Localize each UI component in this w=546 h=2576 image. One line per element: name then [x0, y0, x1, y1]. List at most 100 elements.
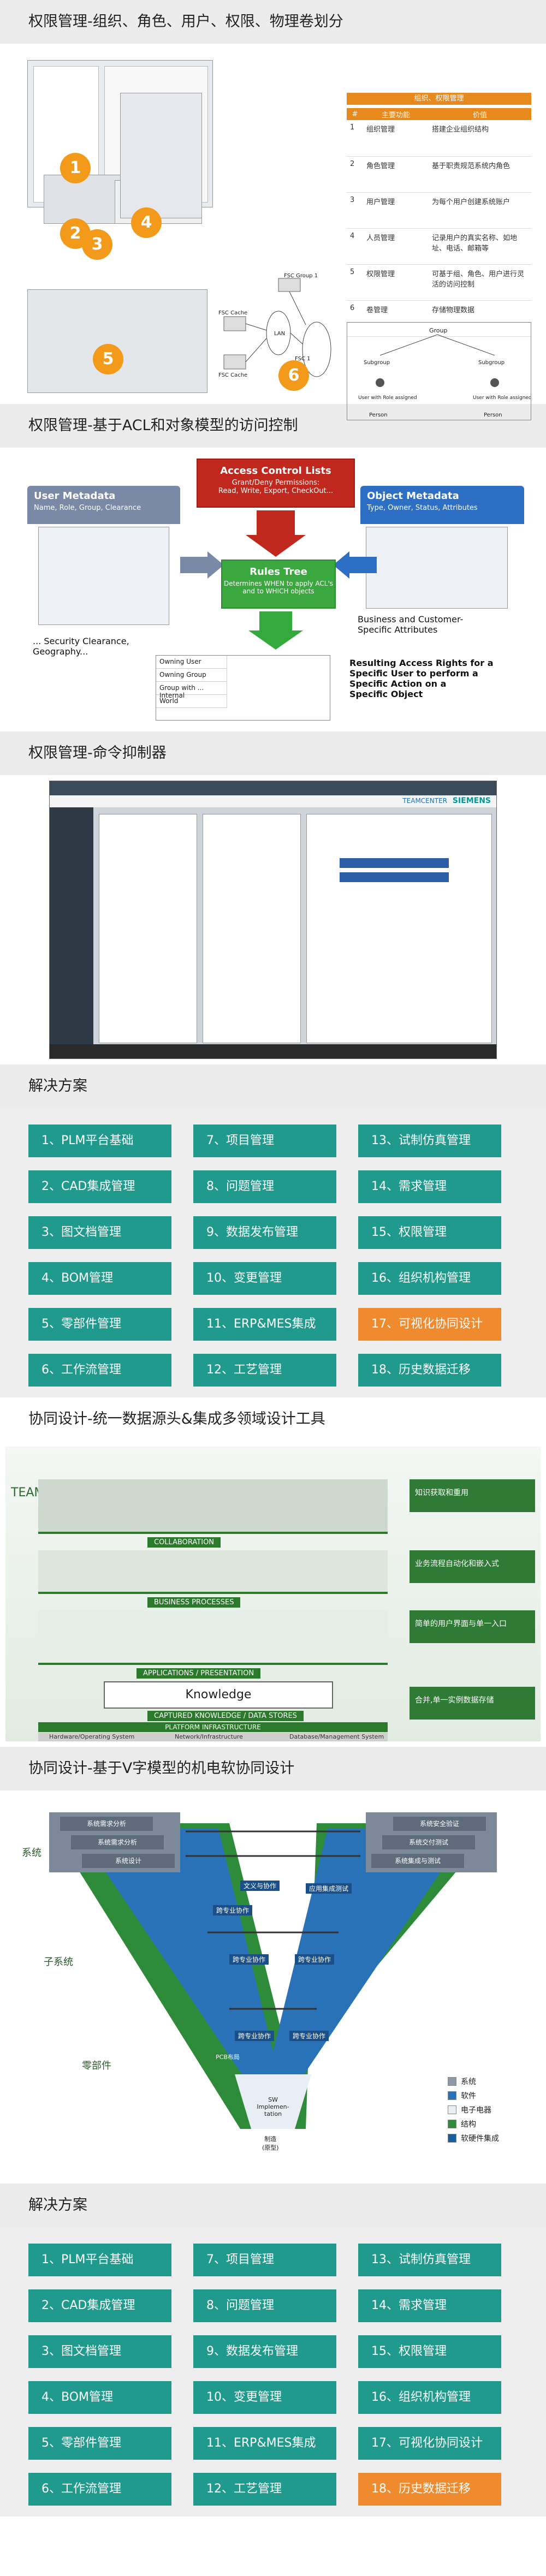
lan-label: LAN [274, 331, 285, 337]
perm-cell: 5 [347, 264, 363, 301]
cmd-topbar [50, 781, 496, 795]
legend-item: 电子电器 [448, 2103, 499, 2117]
collab-panel: TEAMCENTER COLLABORATION BUSINESS PROCES… [0, 1441, 546, 1747]
solution-item[interactable]: 15、权限管理 [358, 1216, 501, 1249]
perm-cell: 人员管理 [363, 228, 429, 265]
solution-item[interactable]: 2、CAD集成管理 [28, 1170, 171, 1203]
legend-item: 软硬件集成 [448, 2131, 499, 2145]
solution-item[interactable]: 18、历史数据迁移 [358, 2473, 501, 2506]
legend-item: 软件 [448, 2089, 499, 2103]
solution-item[interactable]: 10、变更管理 [193, 2381, 336, 2414]
solution-item[interactable]: 3、图文档管理 [28, 1216, 171, 1249]
perm-cell: 角色管理 [363, 156, 429, 193]
solution-item[interactable]: 18、历史数据迁移 [358, 1354, 501, 1387]
fsc-diagram: FSC Group 1 FSC Cache FSC Cache LAN FSC … [218, 273, 331, 378]
solution-item[interactable]: 16、组织机构管理 [358, 1262, 501, 1295]
perm-cell: 权限管理 [363, 264, 429, 301]
legend-label: 软硬件集成 [461, 2134, 499, 2143]
user-role-right: User with Role assigned [473, 395, 531, 401]
collab-layer-label: COLLABORATION [147, 1537, 221, 1548]
v-pcb-label: PCB布局 [216, 2054, 240, 2061]
solution-item[interactable]: 5、零部件管理 [28, 1308, 171, 1341]
solution-item[interactable]: 6、工作流管理 [28, 1354, 171, 1387]
solution-item[interactable]: 11、ERP&MES集成 [193, 2427, 336, 2460]
cmd-brandbar: TEAMCENTER SIEMENS [50, 795, 496, 807]
business-label: Business and Customer- Specific Attribut… [358, 614, 464, 635]
acl-matrix-row: Group with ... Internal [156, 682, 227, 699]
cmd-taskbar [50, 1044, 496, 1058]
section-title-collab: 协同设计-统一数据源头&集成多领域设计工具 [0, 1397, 546, 1441]
person-left: Person [369, 412, 388, 418]
solution-item[interactable]: 8、问题管理 [193, 2289, 336, 2322]
perm-cell: 可基于组、角色、用户进行灵活的访问控制 [429, 264, 531, 301]
resulting-label: Resulting Access Rights for a Specific U… [349, 658, 494, 699]
badge-4: 4 [131, 207, 162, 238]
solution-item[interactable]: 5、零部件管理 [28, 2427, 171, 2460]
v-inner-label: 应用集成测试 [306, 1883, 352, 1894]
perm-cell: 基于职责规范系统内角色 [429, 156, 531, 193]
solution-item[interactable]: 13、试制仿真管理 [358, 2244, 501, 2276]
collab-right-label: 简单的用户界面与单一入口 [410, 1610, 535, 1643]
solution-item[interactable]: 4、BOM管理 [28, 2381, 171, 2414]
v-right-box: 系统集成与测试 [371, 1854, 464, 1868]
solution-item[interactable]: 7、项目管理 [193, 1125, 336, 1157]
cmd-panel: TEAMCENTER SIEMENS [0, 775, 546, 1064]
perm-cell: 组织管理 [363, 120, 429, 157]
siemens-label: SIEMENS [452, 796, 491, 805]
solution-item[interactable]: 15、权限管理 [358, 2335, 501, 2368]
solution-item[interactable]: 1、PLM平台基础 [28, 2244, 171, 2276]
solution-item[interactable]: 17、可视化协同设计 [358, 2427, 501, 2460]
solution-item[interactable]: 12、工艺管理 [193, 1354, 336, 1387]
legend-swatch [448, 2091, 456, 2100]
perm-col-num: # [347, 108, 363, 120]
fsc-group-label: FSC Group 1 [284, 273, 318, 279]
v-left-label-2: 子系统 [44, 1956, 73, 1968]
acl-panel: Access Control Lists Grant/Deny Permissi… [0, 448, 546, 731]
rules-sub: Determines WHEN to apply ACL's and to WH… [223, 580, 334, 595]
v-left-label-1: 系统 [22, 1847, 41, 1859]
perm-row: 4 人员管理 记录用户的真实名称、如地址、电话、邮箱等 [347, 228, 531, 265]
perm-cell: 2 [347, 156, 363, 193]
solution-item[interactable]: 2、CAD集成管理 [28, 2289, 171, 2322]
perm-row: 1 组织管理 搭建企业组织结构 [347, 120, 531, 157]
legend-swatch [448, 2105, 456, 2114]
solution-item[interactable]: 3、图文档管理 [28, 2335, 171, 2368]
badge-1: 1 [60, 153, 91, 183]
solution-item[interactable]: 7、项目管理 [193, 2244, 336, 2276]
person-right: Person [484, 412, 502, 418]
solution-item[interactable]: 11、ERP&MES集成 [193, 1308, 336, 1341]
teamcenter-label: TEAMCENTER [402, 797, 447, 805]
solution-item[interactable]: 14、需求管理 [358, 2289, 501, 2322]
solutions-grid-2: 1、PLM平台基础 7、项目管理 13、试制仿真管理 2、CAD集成管理 8、问题管理 1… [0, 2227, 546, 2516]
solution-item[interactable]: 4、BOM管理 [28, 1262, 171, 1295]
v-right-box: 系统安全验证 [393, 1817, 486, 1831]
legend-label: 软件 [461, 2092, 476, 2101]
solution-item[interactable]: 1、PLM平台基础 [28, 1125, 171, 1157]
solution-item[interactable]: 6、工作流管理 [28, 2473, 171, 2506]
platform-bar: PLATFORM INFRASTRUCTURE [38, 1722, 388, 1732]
v-right-box: 系统交付测试 [382, 1835, 475, 1849]
v-left-label-3: 零部件 [82, 2060, 111, 2072]
solution-item[interactable]: 9、数据发布管理 [193, 1216, 336, 1249]
cmd-screenshot: TEAMCENTER SIEMENS [49, 781, 497, 1059]
solution-item[interactable]: 16、组织机构管理 [358, 2381, 501, 2414]
org-panel: 1 2 3 4 5 FSC Group 1 FSC Cache FSC Cach… [0, 44, 546, 420]
solution-item[interactable]: 9、数据发布管理 [193, 2335, 336, 2368]
solution-item[interactable]: 12、工艺管理 [193, 2473, 336, 2506]
knowledge-block: Knowledge [104, 1681, 333, 1709]
app-layer [38, 1610, 388, 1665]
solution-item[interactable]: 13、试制仿真管理 [358, 1125, 501, 1157]
perm-cell: 1 [347, 120, 363, 157]
solution-item[interactable]: 17、可视化协同设计 [358, 1308, 501, 1341]
solution-item[interactable]: 8、问题管理 [193, 1170, 336, 1203]
section-title-cmd: 权限管理-命令抑制器 [0, 731, 546, 775]
v-inner-label: 跨专业协作 [295, 1954, 335, 1965]
subgroup-label-right: Subgroup [478, 360, 505, 366]
perm-row: 2 角色管理 基于职责规范系统内角色 [347, 156, 531, 193]
captured-label: CAPTURED KNOWLEDGE / DATA STORES [147, 1711, 304, 1721]
v-left-box: 系统需求分析 [71, 1835, 164, 1849]
acl-matrix: Owning User Owning Group Group with ... In… [156, 655, 330, 721]
solution-item[interactable]: 10、变更管理 [193, 1262, 336, 1295]
solution-item[interactable]: 14、需求管理 [358, 1170, 501, 1203]
cmd-sidebar [50, 807, 93, 1048]
